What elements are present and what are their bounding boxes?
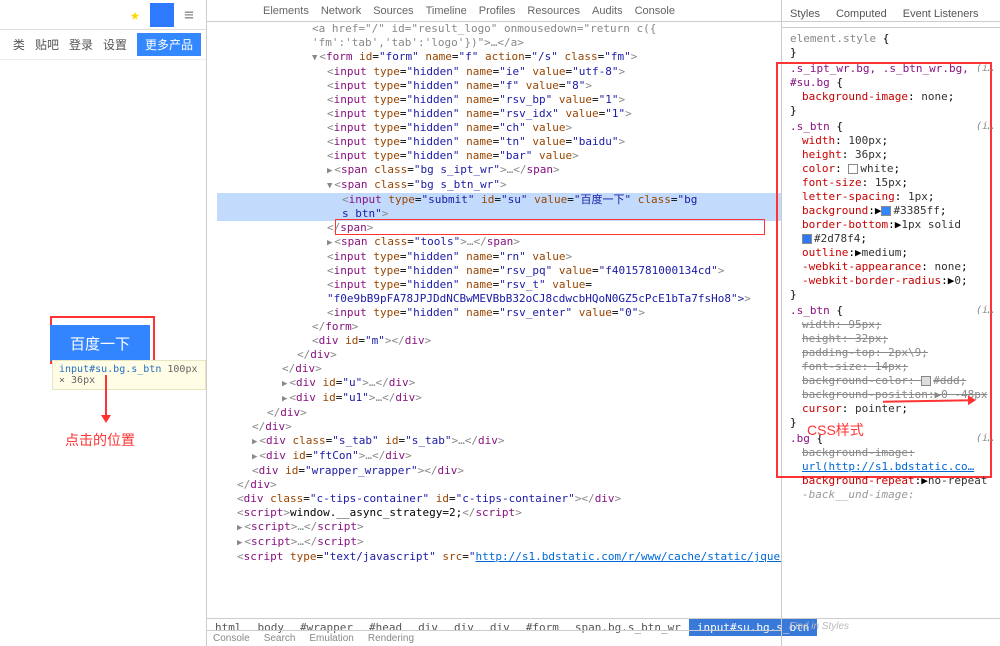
tab-network[interactable]: Network [315, 3, 367, 19]
drawer-tab[interactable]: Console [207, 631, 256, 646]
nav-link[interactable]: 登录 [69, 36, 93, 53]
dom-line[interactable]: <form id="form" name="f" action="/s" cla… [217, 50, 781, 65]
tab-timeline[interactable]: Timeline [420, 3, 473, 19]
dom-line[interactable]: </div> [217, 478, 781, 492]
dom-line[interactable]: <div id="m"></div> [217, 334, 781, 348]
dom-line[interactable]: </form> [217, 320, 781, 334]
dom-line[interactable]: </div> [217, 420, 781, 434]
dom-line[interactable]: <a href="/" id="result_logo" onmousedown… [217, 22, 781, 36]
arrow-down-icon [105, 375, 107, 420]
dom-line[interactable]: <script type="text/javascript" src="http… [217, 550, 781, 564]
dom-line[interactable]: <input type="hidden" name="tn" value="ba… [217, 135, 781, 149]
tab-console[interactable]: Console [629, 3, 681, 19]
styles-content[interactable]: element.style { } (i… .s_ipt_wr.bg, .s_b… [782, 28, 1000, 508]
dom-line[interactable]: 'fm':'tab','tab':'logo'})">…</a> [217, 36, 781, 50]
dom-line[interactable]: <input type="hidden" name="rsv_idx" valu… [217, 107, 781, 121]
selected-dom-line[interactable]: <input type="submit" id="su" value="百度一下… [217, 193, 781, 221]
dom-line[interactable]: "f0e9bB9pFA78JPJDdNCBwMEVBbB32oCJ8cdwcbH… [217, 292, 781, 306]
dom-line[interactable]: <script>…</script> [217, 520, 781, 535]
element-tooltip: input#su.bg.s_btn 100px × 36px [52, 360, 206, 390]
dom-line[interactable]: <div id="u1">…</div> [217, 391, 781, 406]
dom-line[interactable]: </div> [217, 406, 781, 420]
browser-toolbar: ★ ≡ [0, 0, 206, 30]
elements-panel[interactable]: <a href="/" id="result_logo" onmousedown… [207, 22, 781, 618]
dom-line[interactable]: <input type="hidden" name="f" value="8"> [217, 79, 781, 93]
extension-icon[interactable] [150, 3, 174, 27]
side-tab-listeners[interactable]: Event Listeners [895, 4, 987, 24]
drawer-tab[interactable]: Search [258, 631, 302, 646]
find-in-styles-input[interactable]: Find in Styles [781, 618, 1000, 636]
dom-line[interactable]: <div id="u">…</div> [217, 376, 781, 391]
dom-line[interactable]: <span class="bg s_ipt_wr">…</span> [217, 163, 781, 178]
nav-link[interactable]: 类 [13, 36, 25, 53]
dom-line[interactable]: <input type="hidden" name="bar" value> [217, 149, 781, 163]
drawer-tab[interactable]: Rendering [362, 631, 420, 646]
dom-line[interactable]: <input type="hidden" name="ch" value> [217, 121, 781, 135]
side-tab-computed[interactable]: Computed [828, 4, 895, 24]
dom-line[interactable]: <div id="wrapper_wrapper"></div> [217, 464, 781, 478]
dom-line[interactable]: <div class="s_tab" id="s_tab">…</div> [217, 434, 781, 449]
styles-sidebar: Styles Computed Event Listeners element.… [781, 0, 1000, 646]
menu-icon[interactable]: ≡ [177, 3, 201, 27]
dom-line[interactable]: <input type="hidden" name="rsv_bp" value… [217, 93, 781, 107]
dom-line[interactable]: <input type="hidden" name="rsv_pq" value… [217, 264, 781, 278]
dom-line[interactable]: <span class="bg s_btn_wr"> [217, 178, 781, 193]
browser-pane: ★ ≡ 类 贴吧 登录 设置 更多产品 百度一下 input#su.bg.s_b… [0, 0, 207, 646]
drawer-tab[interactable]: Emulation [303, 631, 359, 646]
tab-sources[interactable]: Sources [367, 3, 419, 19]
dom-line[interactable]: <div class="c-tips-container" id="c-tips… [217, 492, 781, 506]
dom-line[interactable]: <input type="hidden" name="rsv_t" value= [217, 278, 781, 292]
tab-profiles[interactable]: Profiles [473, 3, 522, 19]
search-submit-button[interactable]: 百度一下 [50, 325, 150, 361]
dom-line[interactable]: <input type="hidden" name="ie" value="ut… [217, 65, 781, 79]
nav-link[interactable]: 设置 [103, 36, 127, 53]
tab-resources[interactable]: Resources [521, 3, 586, 19]
dom-line[interactable]: <script>…</script> [217, 535, 781, 550]
dom-line[interactable]: <input type="hidden" name="rsv_enter" va… [217, 306, 781, 320]
side-tabs: Styles Computed Event Listeners [782, 0, 1000, 28]
side-tab-styles[interactable]: Styles [782, 4, 828, 24]
tab-audits[interactable]: Audits [586, 3, 629, 19]
dom-line[interactable]: </div> [217, 362, 781, 376]
annotation-box [335, 219, 765, 235]
drawer-tabs: Console Search Emulation Rendering [207, 630, 781, 646]
nav-link[interactable]: 贴吧 [35, 36, 59, 53]
dom-line[interactable]: <input type="hidden" name="rn" value> [217, 250, 781, 264]
dom-line[interactable]: <script>window.__async_strategy=2;</scri… [217, 506, 781, 520]
tab-elements[interactable]: Elements [257, 3, 315, 19]
dom-line[interactable]: </div> [217, 348, 781, 362]
devtools-panel: Elements Network Sources Timeline Profil… [207, 0, 1000, 646]
page-content: 百度一下 input#su.bg.s_btn 100px × 36px 点击的位… [0, 60, 206, 260]
annotation-label: 点击的位置 [65, 430, 135, 450]
more-products-button[interactable]: 更多产品 [137, 33, 201, 56]
bookmark-star-icon[interactable]: ★ [123, 3, 147, 27]
page-nav: 类 贴吧 登录 设置 更多产品 [0, 30, 206, 60]
tooltip-selector: input#su.bg.s_btn [59, 364, 161, 375]
dom-line[interactable]: <div id="ftCon">…</div> [217, 449, 781, 464]
dom-line[interactable]: <span class="tools">…</span> [217, 235, 781, 250]
